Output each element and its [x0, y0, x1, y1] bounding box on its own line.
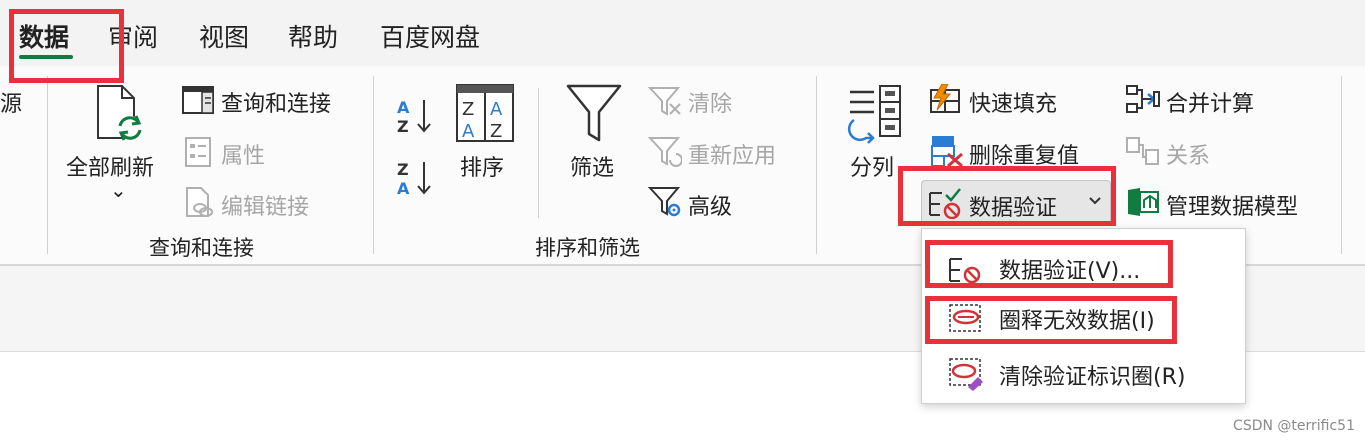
edit-links-button[interactable]: 编辑链接: [221, 189, 309, 221]
highlight-box-data-tab: [9, 9, 124, 83]
reapply-filter-icon: [648, 137, 682, 167]
manage-data-model-button[interactable]: 管理数据模型: [1166, 189, 1298, 221]
group-label-sort-filter: 排序和筛选: [535, 236, 640, 260]
group-label-queries: 查询和连接: [149, 236, 254, 260]
refresh-all-chevron-icon[interactable]: ⌄: [110, 178, 127, 202]
menu-item-label: 清除验证标识圈(R): [999, 365, 1186, 390]
group-separator: [1341, 76, 1342, 254]
svg-text:Z: Z: [462, 99, 474, 120]
svg-text:Z: Z: [490, 121, 502, 142]
svg-text:A: A: [490, 99, 503, 120]
menu-item-clear-validation-circles[interactable]: 清除验证标识圈(R): [922, 347, 1245, 399]
inner-separator: [538, 88, 539, 218]
clear-validation-circles-icon: [949, 358, 983, 391]
relationships-button[interactable]: 关系: [1166, 138, 1210, 170]
group-separator: [47, 76, 48, 254]
partial-group-label: 源: [0, 92, 23, 117]
remove-duplicates-icon: [931, 136, 963, 168]
tab-help[interactable]: 帮助: [288, 18, 338, 54]
consolidate-button[interactable]: 合并计算: [1166, 86, 1254, 118]
advanced-filter-icon: [648, 187, 681, 217]
advanced-button[interactable]: 高级: [688, 189, 732, 221]
consolidate-icon: [1126, 85, 1160, 113]
properties-button[interactable]: 属性: [221, 138, 265, 170]
queries-connections-icon: [182, 86, 214, 114]
svg-text:A: A: [462, 121, 475, 142]
highlight-box-data-validation: [898, 166, 1116, 226]
text-to-columns-icon: [847, 85, 901, 144]
reapply-button[interactable]: 重新应用: [688, 138, 776, 170]
edit-links-icon: [186, 187, 213, 217]
group-separator: [816, 76, 817, 254]
svg-text:A: A: [397, 179, 410, 198]
clear-button[interactable]: 清除: [688, 86, 732, 118]
relationships-icon: [1126, 137, 1159, 165]
tab-view[interactable]: 视图: [199, 18, 249, 54]
sort-dialog-icon: Z A A Z: [456, 84, 514, 142]
highlight-box-circle-invalid-item: [925, 296, 1177, 344]
filter-button[interactable]: 筛选: [570, 150, 614, 182]
properties-icon: [185, 137, 211, 167]
manage-data-model-icon: [1128, 188, 1159, 216]
filter-funnel-icon: [566, 84, 622, 142]
flash-fill-icon: [930, 84, 960, 113]
flash-fill-button[interactable]: 快速填充: [969, 86, 1057, 118]
text-to-columns-button[interactable]: 分列: [850, 150, 894, 182]
refresh-all-icon: [97, 85, 142, 141]
group-separator: [373, 76, 374, 254]
highlight-box-validation-item: [925, 240, 1173, 288]
svg-text:Z: Z: [397, 160, 409, 179]
sort-a-to-z-icon[interactable]: A Z: [396, 96, 434, 136]
queries-connections-button[interactable]: 查询和连接: [221, 86, 331, 118]
tab-baidu-netdisk[interactable]: 百度网盘: [380, 18, 480, 54]
clear-filter-icon: [648, 87, 681, 116]
svg-text:Z: Z: [397, 117, 409, 136]
sort-button[interactable]: 排序: [460, 150, 504, 182]
watermark: CSDN @terrific51: [1233, 418, 1355, 434]
sort-z-to-a-icon[interactable]: Z A: [396, 158, 434, 198]
svg-text:A: A: [397, 98, 410, 117]
